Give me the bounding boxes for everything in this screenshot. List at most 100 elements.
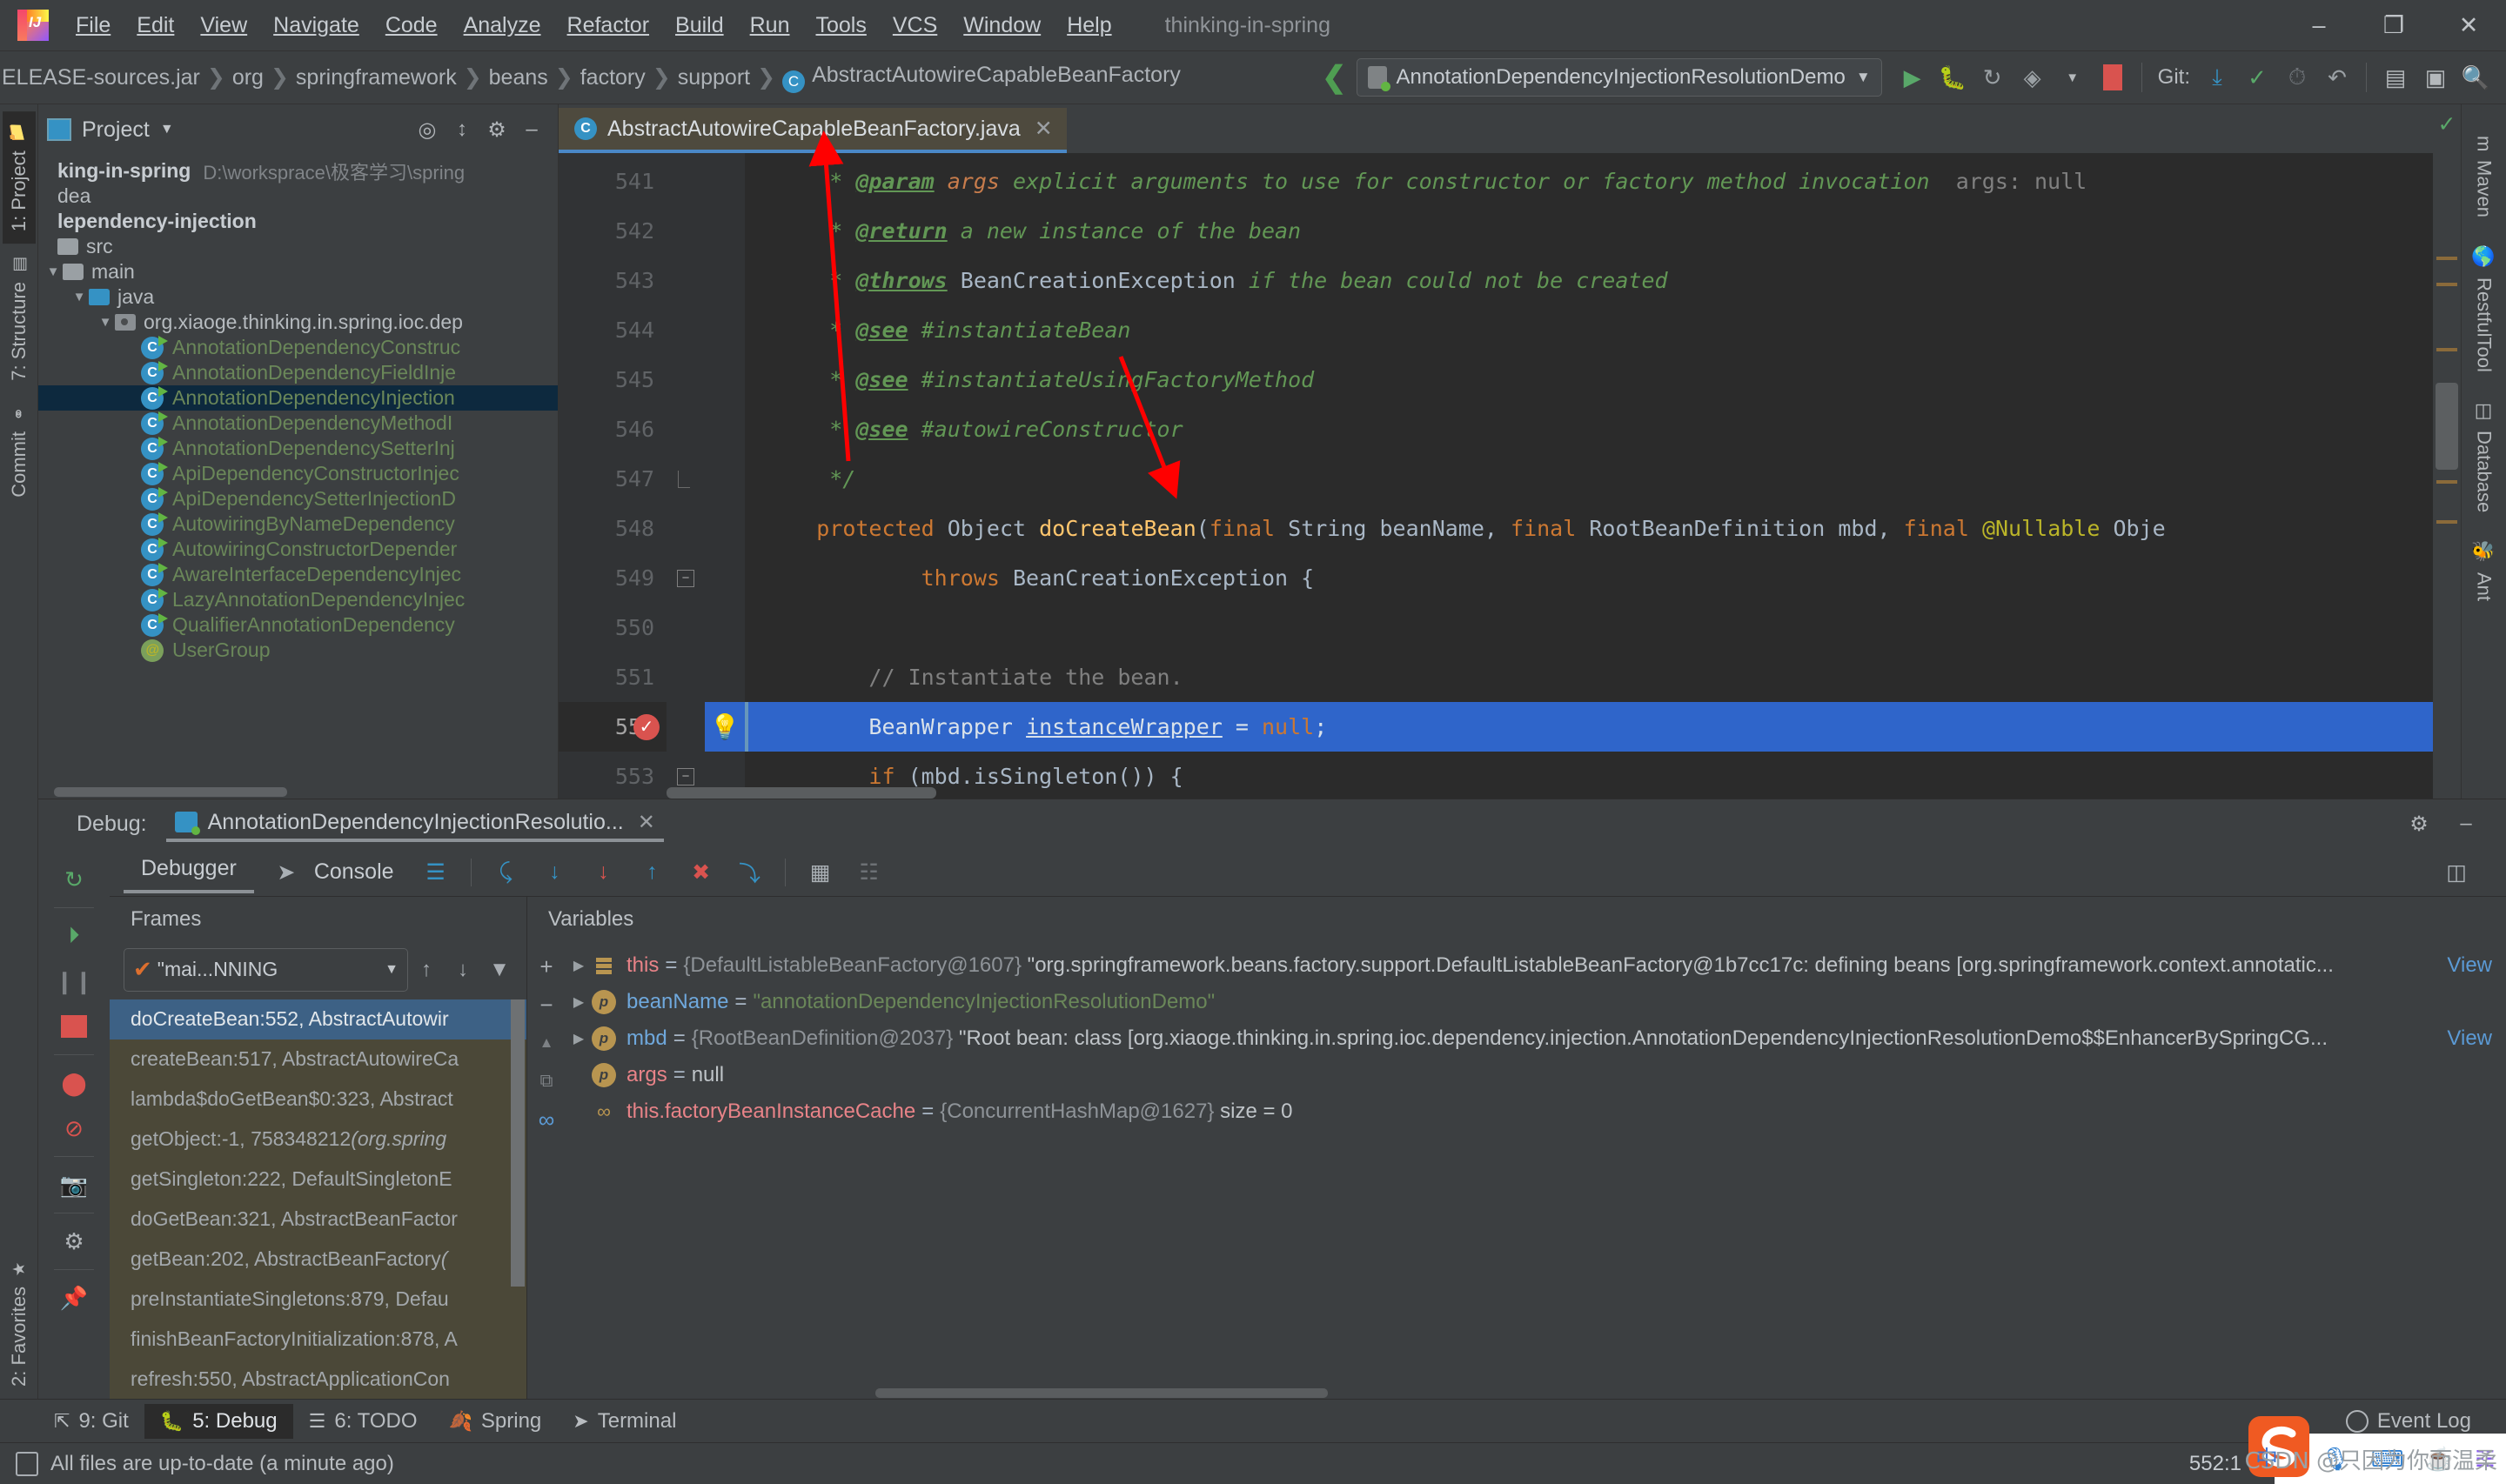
rerun-icon[interactable]: ↻ <box>1973 57 2013 97</box>
breadcrumb-class[interactable]: CAbstractAutowireCapableBeanFactory <box>777 61 1186 95</box>
frame-item[interactable]: getSingleton:222, DefaultSingletonE <box>110 1160 526 1200</box>
variable-row[interactable]: pargs=null <box>566 1057 2506 1093</box>
breadcrumb-jar[interactable]: ELEASE-sources.jar <box>0 64 205 92</box>
tree-item[interactable]: king-in-springD:\worksprace\极客学习\spring <box>38 158 558 184</box>
line-number[interactable]: 551 <box>559 652 667 702</box>
bottom-tab-debug[interactable]: 🐛 5: Debug <box>144 1404 293 1439</box>
frame-item[interactable]: lambda$doGetBean$0:323, Abstract <box>110 1080 526 1120</box>
sidebar-item-maven[interactable]: m Maven <box>2468 122 2501 231</box>
code-line[interactable]: if (mbd.isSingleton()) { <box>745 752 2433 799</box>
editor-horizontal-scrollbar[interactable] <box>667 787 936 799</box>
code-line[interactable]: // Instantiate the bean. <box>745 652 2433 702</box>
frame-item[interactable]: finishBeanFactoryInitialization:878, A <box>110 1320 526 1360</box>
menu-file[interactable]: File <box>63 8 124 43</box>
variable-row[interactable]: ∞this.factoryBeanInstanceCache={Concurre… <box>566 1093 2506 1130</box>
collapse-all-icon[interactable]: ↕ <box>445 112 479 147</box>
frames-icon[interactable]: ☰ <box>416 852 456 892</box>
stop-icon[interactable] <box>2093 57 2133 97</box>
close-icon[interactable]: ✕ <box>1035 116 1053 142</box>
sidebar-item-project[interactable]: 1: Project 📁 <box>3 111 36 244</box>
line-number[interactable]: 542 <box>559 206 667 256</box>
variable-row[interactable]: ▶pmbd={RootBeanDefinition@2037} "Root be… <box>566 1020 2506 1057</box>
expand-twisty-icon[interactable]: ▶ <box>566 957 592 974</box>
variable-row[interactable]: ▶pbeanName="annotationDependencyInjectio… <box>566 984 2506 1020</box>
code-content[interactable]: * @param args explicit arguments to use … <box>745 153 2433 799</box>
menu-code[interactable]: Code <box>372 8 451 43</box>
line-number[interactable]: 545 <box>559 355 667 404</box>
resume-icon[interactable]: ⏵ <box>51 913 97 959</box>
tree-item[interactable]: CApiDependencySetterInjectionD <box>38 486 558 511</box>
frames-list[interactable]: doCreateBean:552, AbstractAutowircreateB… <box>110 999 526 1399</box>
search-icon[interactable]: 🔍 <box>2456 57 2496 97</box>
line-number[interactable]: 544 <box>559 305 667 355</box>
menu-run[interactable]: Run <box>737 8 803 43</box>
gear-icon[interactable]: ⚙ <box>479 112 514 147</box>
restore-layout-icon[interactable]: ◫ <box>2436 852 2476 892</box>
frames-scrollbar[interactable] <box>511 999 525 1287</box>
project-horizontal-scrollbar[interactable] <box>54 787 287 797</box>
tree-item[interactable]: src <box>38 234 558 259</box>
editor-bulb-column[interactable]: 💡 <box>705 153 745 799</box>
force-step-into-icon[interactable]: ↓ <box>584 852 624 892</box>
editor-marker-bar[interactable]: ✓ <box>2433 104 2461 799</box>
layout-icon[interactable]: ☷ <box>849 852 889 892</box>
sidebar-item-favorites[interactable]: 2: Favorites ★ <box>3 1234 36 1399</box>
tab-console[interactable]: Console <box>311 854 412 890</box>
run-to-cursor-icon[interactable]: ⤵ <box>730 852 770 892</box>
menu-tools[interactable]: Tools <box>802 8 879 43</box>
sidebar-item-restfultool[interactable]: 🌎 RestfulTool <box>2468 231 2501 386</box>
pause-icon[interactable]: ❙❙ <box>51 959 97 1004</box>
tree-item[interactable]: ▼java <box>38 284 558 310</box>
tree-item[interactable]: CAnnotationDependencyMethodI <box>38 411 558 436</box>
thread-selector[interactable]: ✔ "mai...NNING ▼ <box>124 948 408 992</box>
breadcrumb-springframework[interactable]: springframework <box>291 64 462 92</box>
view-breakpoints-icon[interactable]: ⬤ <box>51 1060 97 1106</box>
menu-refactor[interactable]: Refactor <box>554 8 662 43</box>
step-over-icon[interactable]: ⤹ <box>486 852 526 892</box>
step-out-icon[interactable]: ↑ <box>633 852 673 892</box>
code-line[interactable]: throws BeanCreationException { <box>745 553 2433 603</box>
bottom-tab-spring[interactable]: 🍂 Spring <box>433 1404 558 1439</box>
line-number[interactable]: 543 <box>559 256 667 305</box>
sidebar-item-database[interactable]: ◫ Database <box>2468 386 2501 526</box>
frame-item[interactable]: doGetBean:321, AbstractBeanFactor <box>110 1200 526 1240</box>
frame-item[interactable]: preInstantiateSingletons:879, Defau <box>110 1280 526 1320</box>
code-line[interactable]: BeanWrapper instanceWrapper = null; <box>745 702 2433 752</box>
tree-item[interactable]: CAutowiringByNameDependency <box>38 511 558 537</box>
minimize-button[interactable]: – <box>2282 0 2356 50</box>
sidebar-item-structure[interactable]: 7: Structure ▤ <box>3 244 36 393</box>
tree-item[interactable]: CAnnotationDependencyFieldInje <box>38 360 558 385</box>
line-number[interactable]: 549 <box>559 553 667 603</box>
maximize-button[interactable]: ❐ <box>2356 0 2431 50</box>
line-number[interactable]: 548 <box>559 504 667 553</box>
view-link[interactable]: View <box>2431 1026 2506 1051</box>
down-icon[interactable]: ↓ <box>445 952 481 988</box>
view-link[interactable]: View <box>2431 953 2506 978</box>
run-configuration-selector[interactable]: AnnotationDependencyInjectionResolutionD… <box>1357 58 1881 97</box>
menu-vcs[interactable]: VCS <box>880 8 950 43</box>
intention-bulb-icon[interactable]: 💡 <box>705 702 745 752</box>
tree-item[interactable]: lependency-injection <box>38 209 558 234</box>
copy-icon[interactable]: ⧉ <box>529 1062 564 1100</box>
code-line[interactable]: protected Object doCreateBean(final Stri… <box>745 504 2433 553</box>
menu-window[interactable]: Window <box>950 8 1054 43</box>
debug-session-tab[interactable]: AnnotationDependencyInjectionResolutio..… <box>166 806 664 842</box>
update-project-icon[interactable]: ⤓ <box>2197 57 2237 97</box>
inspect-icon[interactable]: ∞ <box>529 1100 564 1139</box>
tree-twisty-icon[interactable]: ▼ <box>44 264 63 279</box>
vertical-scrollbar-thumb[interactable] <box>2436 383 2458 470</box>
mute-breakpoints-icon[interactable]: ⊘ <box>51 1106 97 1151</box>
chevron-down-icon[interactable]: ▼ <box>2053 57 2093 97</box>
menu-build[interactable]: Build <box>662 8 737 43</box>
tree-twisty-icon[interactable]: ▼ <box>96 315 115 330</box>
menu-navigate[interactable]: Navigate <box>260 8 372 43</box>
code-line[interactable]: * @param args explicit arguments to use … <box>745 157 2433 206</box>
breakpoint-icon[interactable]: ✓ <box>633 714 660 740</box>
evaluate-icon[interactable]: ▦ <box>801 852 841 892</box>
up-icon[interactable]: ▲ <box>529 1024 564 1062</box>
code-line[interactable]: * @see #instantiateBean <box>745 305 2433 355</box>
tree-item[interactable]: CAnnotationDependencyConstruc <box>38 335 558 360</box>
tree-item[interactable]: @UserGroup <box>38 638 558 663</box>
tab-debugger[interactable]: Debugger <box>124 851 254 893</box>
fold-marker[interactable]: − <box>667 553 705 603</box>
